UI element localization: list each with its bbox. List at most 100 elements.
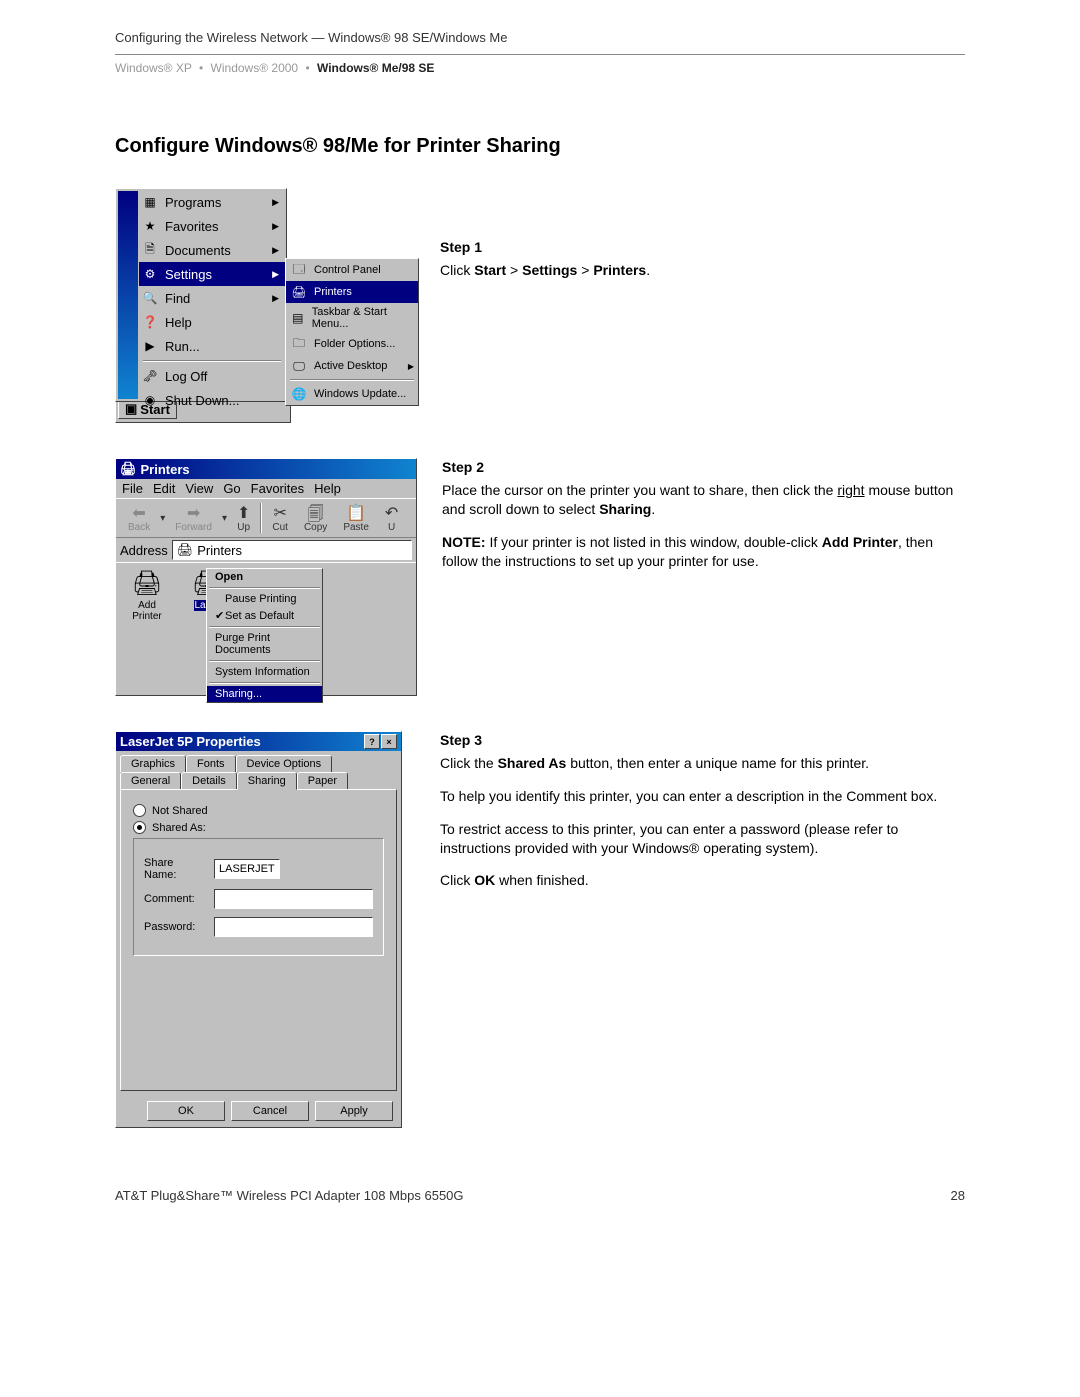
menu-separator (209, 626, 320, 628)
window-title: Printers (141, 462, 190, 477)
menu-go[interactable]: Go (223, 481, 240, 496)
address-bar: Address 🖨 Printers (116, 537, 416, 562)
submenu-item-active-desktop[interactable]: 🖵Active Desktop▶ (286, 355, 418, 377)
apply-button[interactable]: Apply (315, 1101, 393, 1121)
printers-title-icon: 🖨 (120, 461, 137, 477)
find-icon: 🔍 (141, 290, 159, 306)
breadcrumb-item[interactable]: Windows® 2000 (211, 61, 299, 75)
tab-paper[interactable]: Paper (297, 772, 348, 789)
start-menu-item-find[interactable]: 🔍Find▶ (139, 286, 285, 310)
step3-text2: To help you identify this printer, you c… (440, 787, 965, 806)
tb-dropdown[interactable]: ▾ (158, 511, 167, 526)
settings-icon: ⚙ (141, 266, 159, 282)
share-name-label: Share Name: (144, 857, 208, 881)
help-icon: ❓ (141, 314, 159, 330)
undo-icon: ↶ (385, 503, 398, 521)
context-pause[interactable]: Pause Printing (207, 591, 322, 607)
start-menu-item-help[interactable]: ❓Help (139, 310, 285, 334)
tb-dropdown[interactable]: ▾ (220, 511, 229, 526)
context-purge[interactable]: Purge Print Documents (207, 630, 322, 658)
tab-details[interactable]: Details (181, 772, 237, 789)
step2-text1: Place the cursor on the printer you want… (442, 481, 965, 519)
tb-undo-button[interactable]: ↶U (377, 501, 406, 535)
forward-icon: ➡ (187, 503, 200, 521)
menu-favorites[interactable]: Favorites (251, 481, 304, 496)
tb-forward-button[interactable]: ➡Forward (167, 501, 220, 535)
tab-sharing[interactable]: Sharing (237, 772, 297, 790)
tb-cut-button[interactable]: ✂Cut (264, 501, 296, 535)
dialog-buttons: OK Cancel Apply (116, 1095, 401, 1127)
menubar: File Edit View Go Favorites Help (116, 479, 416, 498)
settings-submenu: 🗔Control Panel 🖨Printers ▤Taskbar & Star… (285, 258, 419, 406)
start-menu-item-favorites[interactable]: ★Favorites▶ (139, 214, 285, 238)
menu-help[interactable]: Help (314, 481, 341, 496)
share-name-input[interactable]: LASERJET (214, 859, 280, 879)
submenu-item-control-panel[interactable]: 🗔Control Panel (286, 259, 418, 281)
taskbar-icon: ▤ (290, 310, 306, 326)
tb-up-button[interactable]: ⬆Up (229, 501, 258, 535)
tb-paste-button[interactable]: 📋Paste (335, 501, 377, 535)
step3-text4: Click OK when finished. (440, 871, 965, 890)
context-sharing[interactable]: Sharing... (207, 686, 322, 702)
address-label: Address (120, 543, 168, 558)
shared-as-fieldset: Share Name: LASERJET Comment: Password: (133, 838, 384, 956)
tab-device-options[interactable]: Device Options (236, 755, 333, 772)
submenu-item-windows-update[interactable]: 🌐Windows Update... (286, 383, 418, 405)
tab-fonts[interactable]: Fonts (186, 755, 236, 772)
breadcrumb-item-active[interactable]: Windows® Me/98 SE (317, 61, 434, 75)
step3-text3: To restrict access to this printer, you … (440, 820, 965, 858)
toolbar: ⬅Back ▾ ➡Forward ▾ ⬆Up ✂Cut 🗐Copy 📋Paste… (116, 498, 416, 537)
address-field[interactable]: 🖨 Printers (172, 540, 412, 560)
page-header: Configuring the Wireless Network — Windo… (115, 30, 965, 49)
step3-title: Step 3 (440, 731, 965, 750)
radio-icon (133, 821, 146, 834)
menu-view[interactable]: View (185, 481, 213, 496)
menu-separator (209, 682, 320, 684)
logoff-icon: 🗝 (141, 368, 159, 384)
control-panel-icon: 🗔 (290, 262, 308, 278)
menu-edit[interactable]: Edit (153, 481, 175, 496)
tab-general[interactable]: General (120, 772, 181, 789)
step1-title: Step 1 (440, 238, 965, 257)
windows-logo-icon: ▣ (125, 401, 137, 417)
password-input[interactable] (214, 917, 373, 937)
tb-back-button[interactable]: ⬅Back (120, 501, 158, 535)
tab-body: Not Shared Shared As: Share Name: LASERJ… (120, 789, 397, 1091)
help-button[interactable]: ? (364, 734, 380, 749)
step2-title: Step 2 (442, 458, 965, 477)
submenu-item-folder-options[interactable]: 🗀Folder Options... (286, 333, 418, 355)
ok-button[interactable]: OK (147, 1101, 225, 1121)
run-icon: ▶ (141, 338, 159, 354)
submenu-item-taskbar[interactable]: ▤Taskbar & Start Menu... (286, 303, 418, 333)
add-printer-icon[interactable]: 🖨 Add Printer (122, 569, 172, 689)
context-sysinfo[interactable]: System Information (207, 664, 322, 680)
start-menu-item-settings[interactable]: ⚙Settings▶ (139, 262, 285, 286)
start-menu-item-programs[interactable]: ▦Programs▶ (139, 190, 285, 214)
start-menu-item-run[interactable]: ▶Run... (139, 334, 285, 358)
shared-as-radio[interactable]: Shared As: (133, 821, 384, 834)
up-icon: ⬆ (237, 503, 250, 521)
submenu-item-printers[interactable]: 🖨Printers (286, 281, 418, 303)
menu-separator (143, 360, 281, 362)
context-default[interactable]: ✔Set as Default (207, 607, 322, 624)
cancel-button[interactable]: Cancel (231, 1101, 309, 1121)
tb-copy-button[interactable]: 🗐Copy (296, 501, 335, 535)
menu-file[interactable]: File (122, 481, 143, 496)
context-menu: Open Pause Printing ✔Set as Default Purg… (206, 568, 323, 703)
close-button[interactable]: × (381, 734, 397, 749)
start-menu-item-logoff[interactable]: 🗝Log Off (139, 364, 285, 388)
dialog-title: LaserJet 5P Properties (120, 734, 261, 749)
printers-folder-icon: 🖨 (177, 542, 194, 558)
folder-options-icon: 🗀 (290, 336, 308, 352)
breadcrumb-item[interactable]: Windows® XP (115, 61, 192, 75)
start-menu-item-documents[interactable]: 🗎Documents▶ (139, 238, 285, 262)
comment-input[interactable] (214, 889, 373, 909)
breadcrumb: Windows® XP • Windows® 2000 • Windows® M… (115, 61, 965, 75)
step2-note: NOTE: If your printer is not listed in t… (442, 533, 965, 571)
start-menu-item-shutdown[interactable]: ◉Shut Down... (139, 388, 285, 412)
tab-graphics[interactable]: Graphics (120, 755, 186, 772)
context-open[interactable]: Open (207, 569, 322, 585)
shutdown-icon: ◉ (141, 392, 159, 408)
not-shared-radio[interactable]: Not Shared (133, 804, 384, 817)
printers-icon: 🖨 (290, 284, 308, 300)
